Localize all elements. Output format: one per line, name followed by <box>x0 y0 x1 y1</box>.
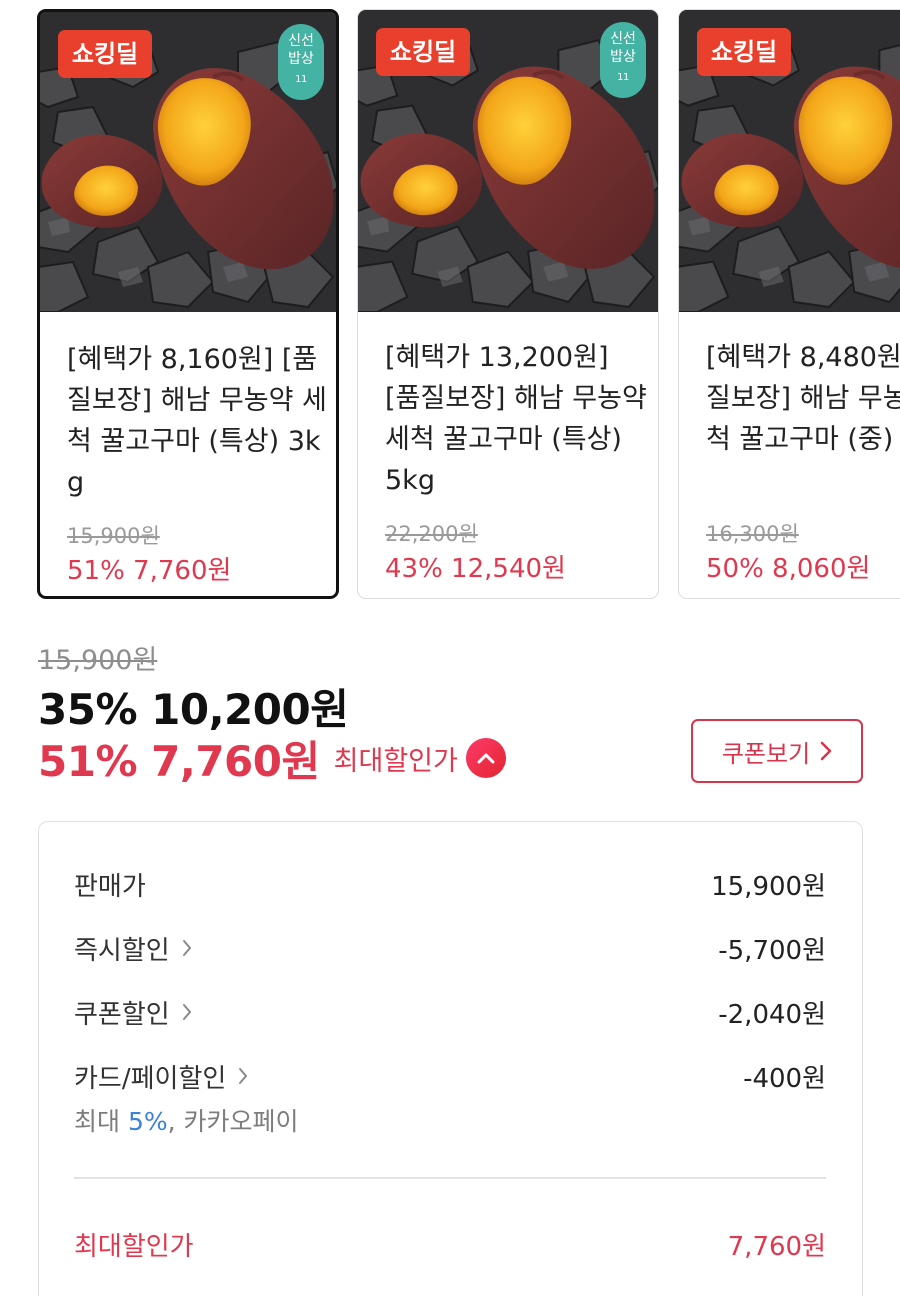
product-title: [혜택가 8,160원] [품질보장] 해남 무농약 세척 꿀고구마 (특상) … <box>67 344 327 498</box>
original-price: 15,900원 <box>38 645 158 676</box>
breakdown-total-amount: 7,760원 <box>727 1231 826 1262</box>
max-discount-price: 51% 7,760원 <box>38 736 320 786</box>
card-discount-note: 최대 5%, 카카오페이 <box>74 1102 299 1138</box>
breakdown-row-card-pay-discount[interactable]: 카드/페이할인 -400원 <box>74 1056 826 1096</box>
note-highlight: 5% <box>127 1107 168 1136</box>
product-sale-price: 43% 12,540원 <box>385 554 566 584</box>
product-original-price: 16,300원 <box>706 522 799 546</box>
breakdown-row-instant-discount[interactable]: 즉시할인 -5,700원 <box>74 928 826 968</box>
eleven-logo: 11 <box>295 74 307 85</box>
product-title: [혜택가 8,480원] [품질보장] 해남 무농약 세척 꿀고구마 (중) 3… <box>706 342 900 455</box>
fresh-badge-label: 신선 밥상 <box>610 31 636 65</box>
divider <box>74 1177 826 1179</box>
breakdown-label: 판매가 <box>74 871 146 902</box>
shocking-deal-badge: 쇼킹딜 <box>697 28 791 76</box>
breakdown-amount: -400원 <box>743 1063 826 1094</box>
breakdown-total-label: 최대할인가 <box>74 1231 194 1262</box>
product-carousel[interactable]: 쇼킹딜 신선 밥상 11 [혜택가 8,160원] [품질보장] 해남 무농약 … <box>0 0 900 610</box>
breakdown-label: 카드/페이할인 <box>74 1063 227 1094</box>
product-card[interactable]: 쇼킹딜 [혜택가 8,480원] [품질보장] 해남 무농약 세척 꿀고구마 (… <box>678 9 900 599</box>
breakdown-amount: -5,700원 <box>718 935 826 966</box>
eleven-logo: 11 <box>617 72 629 83</box>
coupon-button-label: 쿠폰보기 <box>721 739 811 768</box>
fresh-table-badge: 신선 밥상 11 <box>600 22 646 98</box>
note-suffix: , 카카오페이 <box>167 1107 299 1136</box>
product-title: [혜택가 13,200원] [품질보장] 해남 무농약 세척 꿀고구마 (특상)… <box>385 342 647 496</box>
view-coupon-button[interactable]: 쿠폰보기 <box>691 719 863 783</box>
shocking-deal-badge: 쇼킹딜 <box>58 30 152 78</box>
breakdown-label: 즉시할인 <box>74 935 170 966</box>
chevron-right-icon <box>820 741 832 761</box>
breakdown-row-coupon-discount[interactable]: 쿠폰할인 -2,040원 <box>74 992 826 1032</box>
fresh-table-badge: 신선 밥상 11 <box>278 24 324 100</box>
note-prefix: 최대 <box>74 1107 128 1136</box>
product-original-price: 15,900원 <box>67 524 160 548</box>
product-original-price: 22,200원 <box>385 522 478 546</box>
max-discount-row: 51% 7,760원 최대할인가 <box>38 730 506 786</box>
fresh-badge-label: 신선 밥상 <box>288 33 314 67</box>
chevron-right-icon <box>239 1068 248 1084</box>
breakdown-row-max-discount: 최대할인가 7,760원 <box>74 1224 826 1264</box>
breakdown-label: 쿠폰할인 <box>74 999 170 1030</box>
chevron-right-icon <box>182 940 191 956</box>
breakdown-amount: -2,040원 <box>718 999 826 1030</box>
breakdown-amount: 15,900원 <box>711 871 826 902</box>
chevron-right-icon <box>182 1004 191 1020</box>
product-sale-price: 50% 8,060원 <box>706 554 871 584</box>
breakdown-label-wrap: 카드/페이할인 <box>74 1058 248 1095</box>
max-discount-label: 최대할인가 <box>333 745 458 777</box>
breakdown-label-wrap: 즉시할인 <box>74 930 192 967</box>
shocking-deal-badge: 쇼킹딜 <box>376 28 470 76</box>
product-sale-price: 51% 7,760원 <box>67 556 232 586</box>
breakdown-label-wrap: 쿠폰할인 <box>74 994 192 1031</box>
product-card-selected[interactable]: 쇼킹딜 신선 밥상 11 [혜택가 8,160원] [품질보장] 해남 무농약 … <box>37 9 339 599</box>
product-card[interactable]: 쇼킹딜 신선 밥상 11 [혜택가 13,200원] [품질보장] 해남 무농약… <box>357 9 659 599</box>
breakdown-row-sale-price: 판매가 15,900원 <box>74 864 826 904</box>
chevron-up-icon[interactable] <box>465 738 506 778</box>
